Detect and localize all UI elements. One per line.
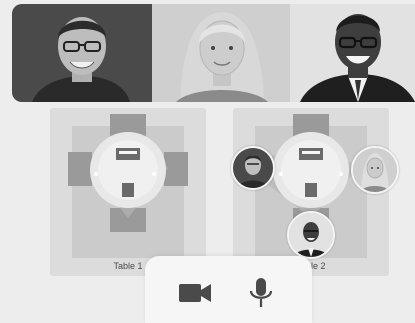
participant-strip <box>12 4 415 102</box>
participant-1-photo <box>12 4 152 102</box>
participant-2-photo <box>152 4 290 102</box>
participant-video-2[interactable] <box>152 4 290 102</box>
seated-avatar-3-photo <box>289 213 333 257</box>
microphone-icon <box>249 278 273 307</box>
participant-3-photo <box>290 4 415 102</box>
table-card-1[interactable]: Table 1 <box>50 108 206 276</box>
participant-video-3[interactable] <box>290 4 415 102</box>
participant-video-1[interactable] <box>12 4 152 102</box>
video-camera-icon <box>179 284 211 302</box>
table-1-layout <box>68 114 188 258</box>
seated-avatar-1[interactable] <box>231 146 275 190</box>
microphone-toggle-button[interactable] <box>241 276 281 310</box>
call-controls-bar <box>145 256 312 323</box>
seated-avatar-2[interactable] <box>351 146 399 194</box>
seated-avatar-1-photo <box>233 148 273 188</box>
seated-avatar-3[interactable] <box>287 211 335 259</box>
camera-toggle-button[interactable] <box>175 276 215 310</box>
seated-avatar-2-photo <box>353 148 397 192</box>
